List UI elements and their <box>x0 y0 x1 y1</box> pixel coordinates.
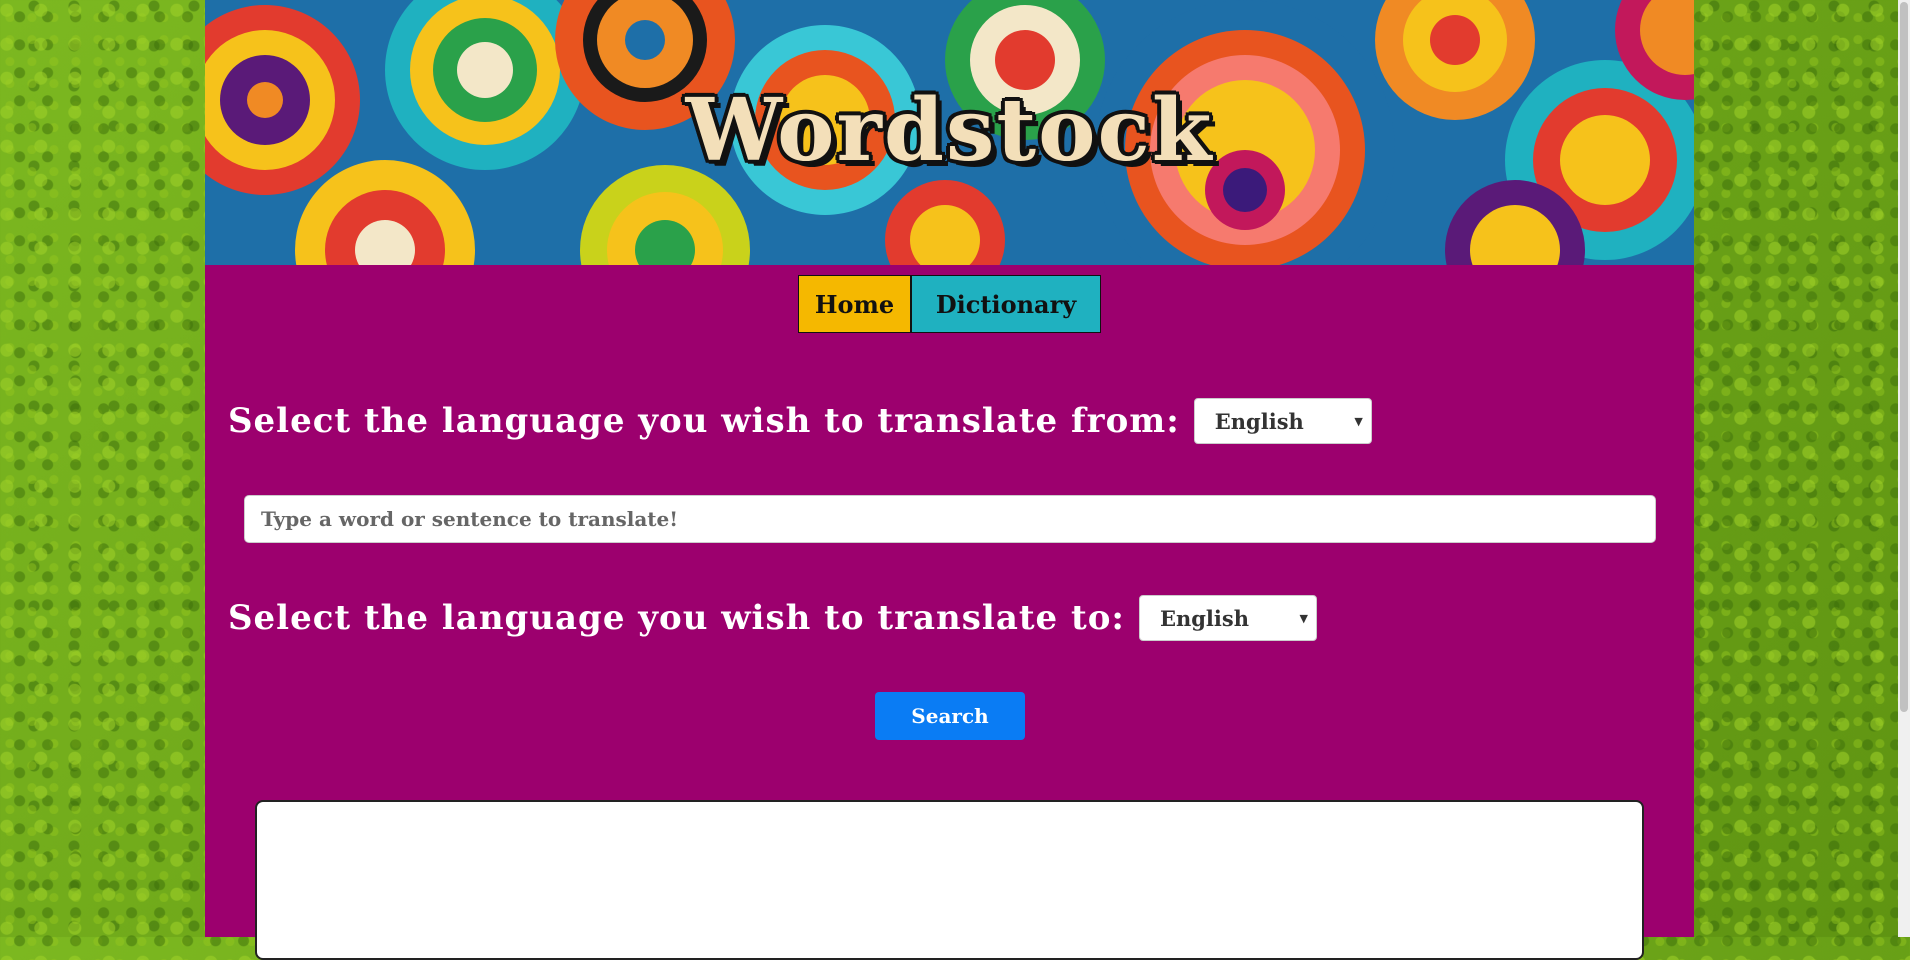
to-language-label: Select the language you wish to translat… <box>228 598 1125 638</box>
to-language-row: Select the language you wish to translat… <box>228 595 1317 641</box>
nav-dictionary-link[interactable]: Dictionary <box>911 275 1101 333</box>
translate-input-placeholder: Type a word or sentence to translate! <box>261 507 679 531</box>
to-language-select[interactable]: English ▼ <box>1138 595 1317 641</box>
translation-result-box <box>255 800 1644 960</box>
search-button[interactable]: Search <box>875 692 1025 740</box>
scrollbar-thumb[interactable] <box>1900 2 1908 712</box>
from-language-value: English <box>1214 408 1304 434</box>
from-language-label: Select the language you wish to translat… <box>228 401 1180 441</box>
header-banner: Wordstock <box>205 0 1694 265</box>
from-language-row: Select the language you wish to translat… <box>228 398 1372 444</box>
caret-down-icon: ▼ <box>1299 611 1308 625</box>
nav-home-link[interactable]: Home <box>798 275 911 333</box>
main-nav: Home Dictionary <box>798 275 1101 333</box>
from-language-select[interactable]: English ▼ <box>1193 398 1372 444</box>
page-container: Wordstock Home Dictionary Select the lan… <box>205 0 1694 960</box>
site-title: Wordstock <box>685 80 1214 181</box>
page-scrollbar[interactable] <box>1898 0 1910 937</box>
caret-down-icon: ▼ <box>1354 414 1363 428</box>
to-language-value: English <box>1159 605 1249 631</box>
translate-input[interactable]: Type a word or sentence to translate! <box>244 495 1656 543</box>
